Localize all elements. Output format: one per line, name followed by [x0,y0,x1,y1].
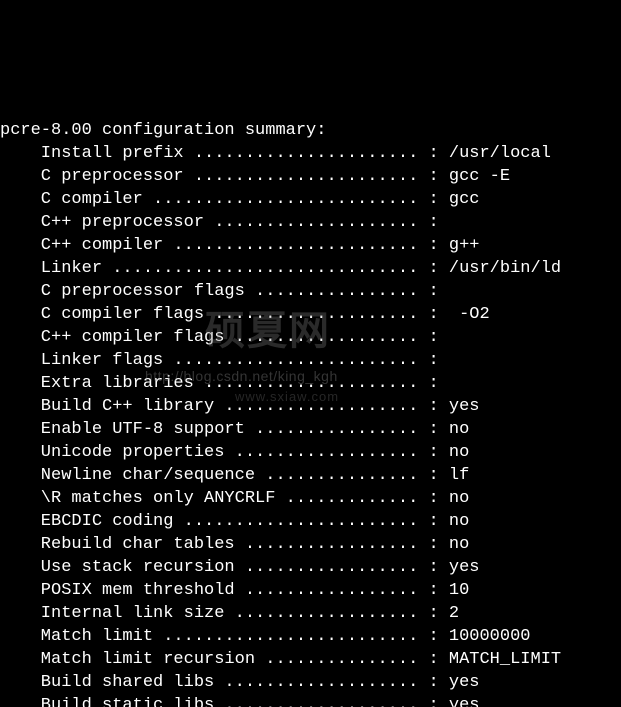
config-row: C preprocessor ...................... : … [0,165,621,188]
config-row: Use stack recursion ................. : … [0,556,621,579]
config-row: POSIX mem threshold ................. : … [0,579,621,602]
config-row: Linker .............................. : … [0,257,621,280]
config-row: C compiler flags .................... : … [0,303,621,326]
config-row: C compiler .......................... : … [0,188,621,211]
config-row: Newline char/sequence ............... : … [0,464,621,487]
config-row: Build shared libs ................... : … [0,671,621,694]
config-row: Install prefix ...................... : … [0,142,621,165]
config-row: EBCDIC coding ....................... : … [0,510,621,533]
config-row: Build static libs ................... : … [0,694,621,707]
config-row: C++ compiler flags .................. : [0,326,621,349]
config-row: Build C++ library ................... : … [0,395,621,418]
config-row: Linker flags ........................ : [0,349,621,372]
config-row: \R matches only ANYCRLF ............. : … [0,487,621,510]
config-row: Internal link size .................. : … [0,602,621,625]
config-row: Match limit ......................... : … [0,625,621,648]
config-row: Rebuild char tables ................. : … [0,533,621,556]
config-row: Match limit recursion ............... : … [0,648,621,671]
config-row: Unicode properties .................. : … [0,441,621,464]
config-row: Extra libraries ..................... : [0,372,621,395]
terminal-output: pcre-8.00 configuration summary: Install… [0,115,621,707]
config-title: pcre-8.00 configuration summary: [0,119,621,142]
config-row: C++ preprocessor .................... : [0,211,621,234]
config-row: C preprocessor flags ................ : [0,280,621,303]
config-row: C++ compiler ........................ : … [0,234,621,257]
config-row: Enable UTF-8 support ................ : … [0,418,621,441]
